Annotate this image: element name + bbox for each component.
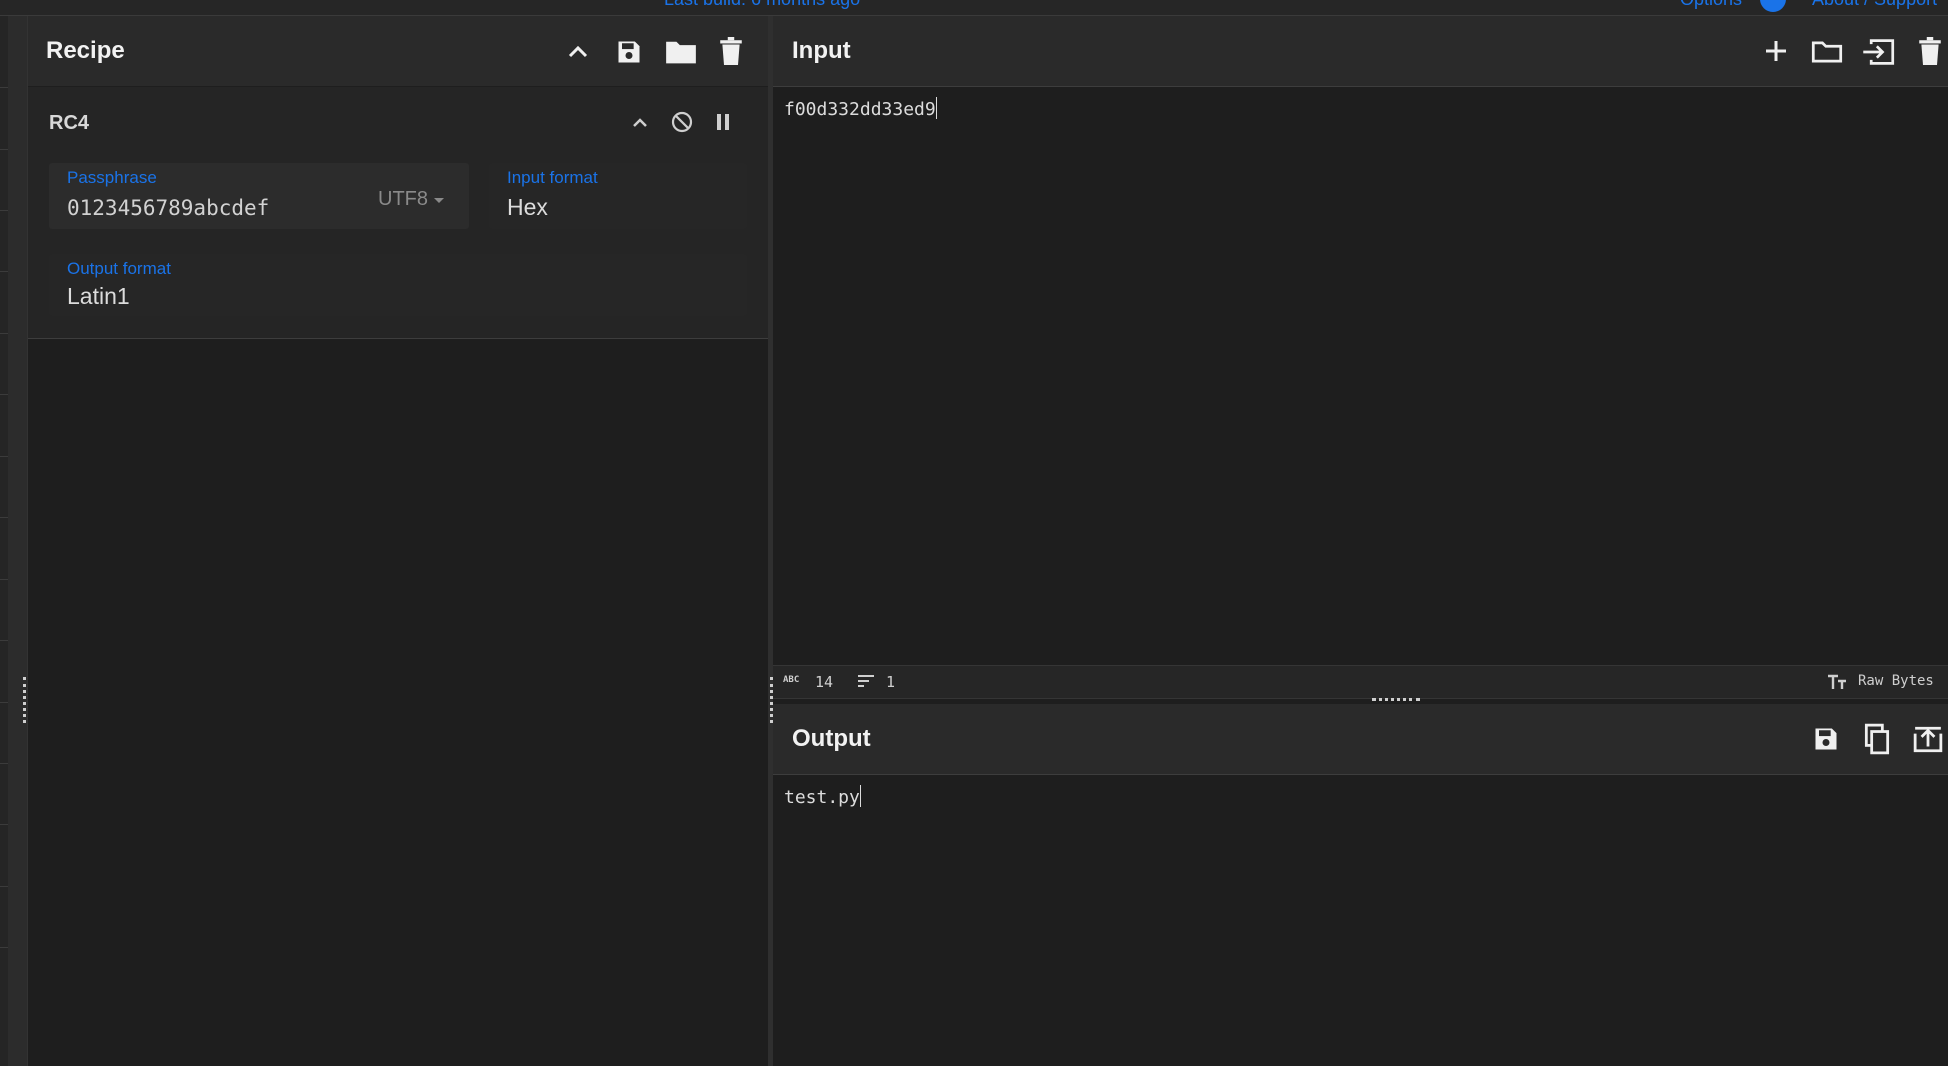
options-gear-icon[interactable] (1760, 0, 1786, 12)
collapse-chevron-up-icon[interactable] (564, 37, 592, 65)
lines-icon (857, 674, 875, 692)
input-format-field[interactable]: Input format Hex (489, 163, 747, 229)
disable-operation-icon[interactable] (669, 109, 695, 135)
output-text: test.py (784, 787, 860, 808)
about-support-link[interactable]: About / Support (1812, 0, 1937, 10)
output-format-select[interactable]: Latin1 (67, 283, 130, 310)
output-format-field[interactable]: Output format Latin1 (49, 254, 747, 316)
add-input-tab-plus-icon[interactable] (1762, 37, 1790, 65)
input-text: f00d332dd33ed9 (784, 99, 936, 120)
save-output-icon[interactable] (1811, 724, 1841, 754)
options-link[interactable]: Options (1680, 0, 1742, 10)
passphrase-field[interactable]: Passphrase 0123456789abcdef UTF8 (49, 163, 469, 229)
copy-output-icon[interactable] (1862, 722, 1892, 756)
passphrase-encoding-dropdown[interactable]: UTF8 (378, 188, 428, 211)
passphrase-label: Passphrase (67, 168, 157, 187)
clear-recipe-trash-icon[interactable] (717, 35, 745, 67)
last-build-link[interactable]: Last build: 6 months ago (664, 0, 860, 10)
top-bar: Last build: 6 months ago Options About /… (0, 0, 1948, 16)
operation-collapse-chevron-up-icon[interactable] (628, 111, 652, 135)
input-format-label: Input format (507, 168, 598, 187)
sidebar-resize-handle[interactable] (23, 677, 26, 723)
output-textarea[interactable]: test.py (784, 785, 1934, 1055)
io-resize-handle[interactable] (1372, 698, 1420, 701)
save-recipe-icon[interactable] (614, 37, 644, 67)
operation-name: RC4 (49, 112, 90, 134)
input-format-select[interactable]: Hex (507, 194, 548, 221)
operations-sidebar-collapsed (0, 16, 28, 1066)
abc-length-icon: ABC (783, 675, 800, 685)
output-header: Output (773, 704, 1948, 775)
output-format-label: Output format (67, 259, 171, 278)
clear-input-trash-icon[interactable] (1916, 35, 1944, 67)
replace-input-with-output-icon[interactable] (1912, 724, 1944, 754)
input-title: Input (792, 37, 851, 64)
panel-divider (768, 16, 773, 1066)
input-length: 14 (815, 673, 834, 691)
pause-breakpoint-icon[interactable] (711, 110, 735, 134)
open-input-folder-icon[interactable] (1810, 37, 1844, 67)
passphrase-input[interactable]: 0123456789abcdef (67, 196, 269, 220)
load-recipe-folder-icon[interactable] (664, 37, 698, 67)
chevron-down-icon[interactable] (434, 198, 444, 203)
operation-rc4[interactable]: RC4 Passphrase 0123456789abcdef UTF8 Inp… (28, 87, 768, 339)
input-lines: 1 (886, 673, 896, 691)
recipe-title: Recipe (46, 37, 125, 64)
font-size-icon[interactable] (1827, 674, 1847, 694)
input-status-bar: ABC 14 1 Raw Bytes (773, 665, 1948, 699)
recipe-header: Recipe (28, 16, 768, 87)
output-title: Output (792, 725, 871, 752)
open-file-import-icon[interactable] (1860, 36, 1896, 68)
chr-enc-raw-bytes[interactable]: Raw Bytes (1858, 673, 1934, 689)
input-textarea[interactable]: f00d332dd33ed9 (784, 97, 1934, 657)
